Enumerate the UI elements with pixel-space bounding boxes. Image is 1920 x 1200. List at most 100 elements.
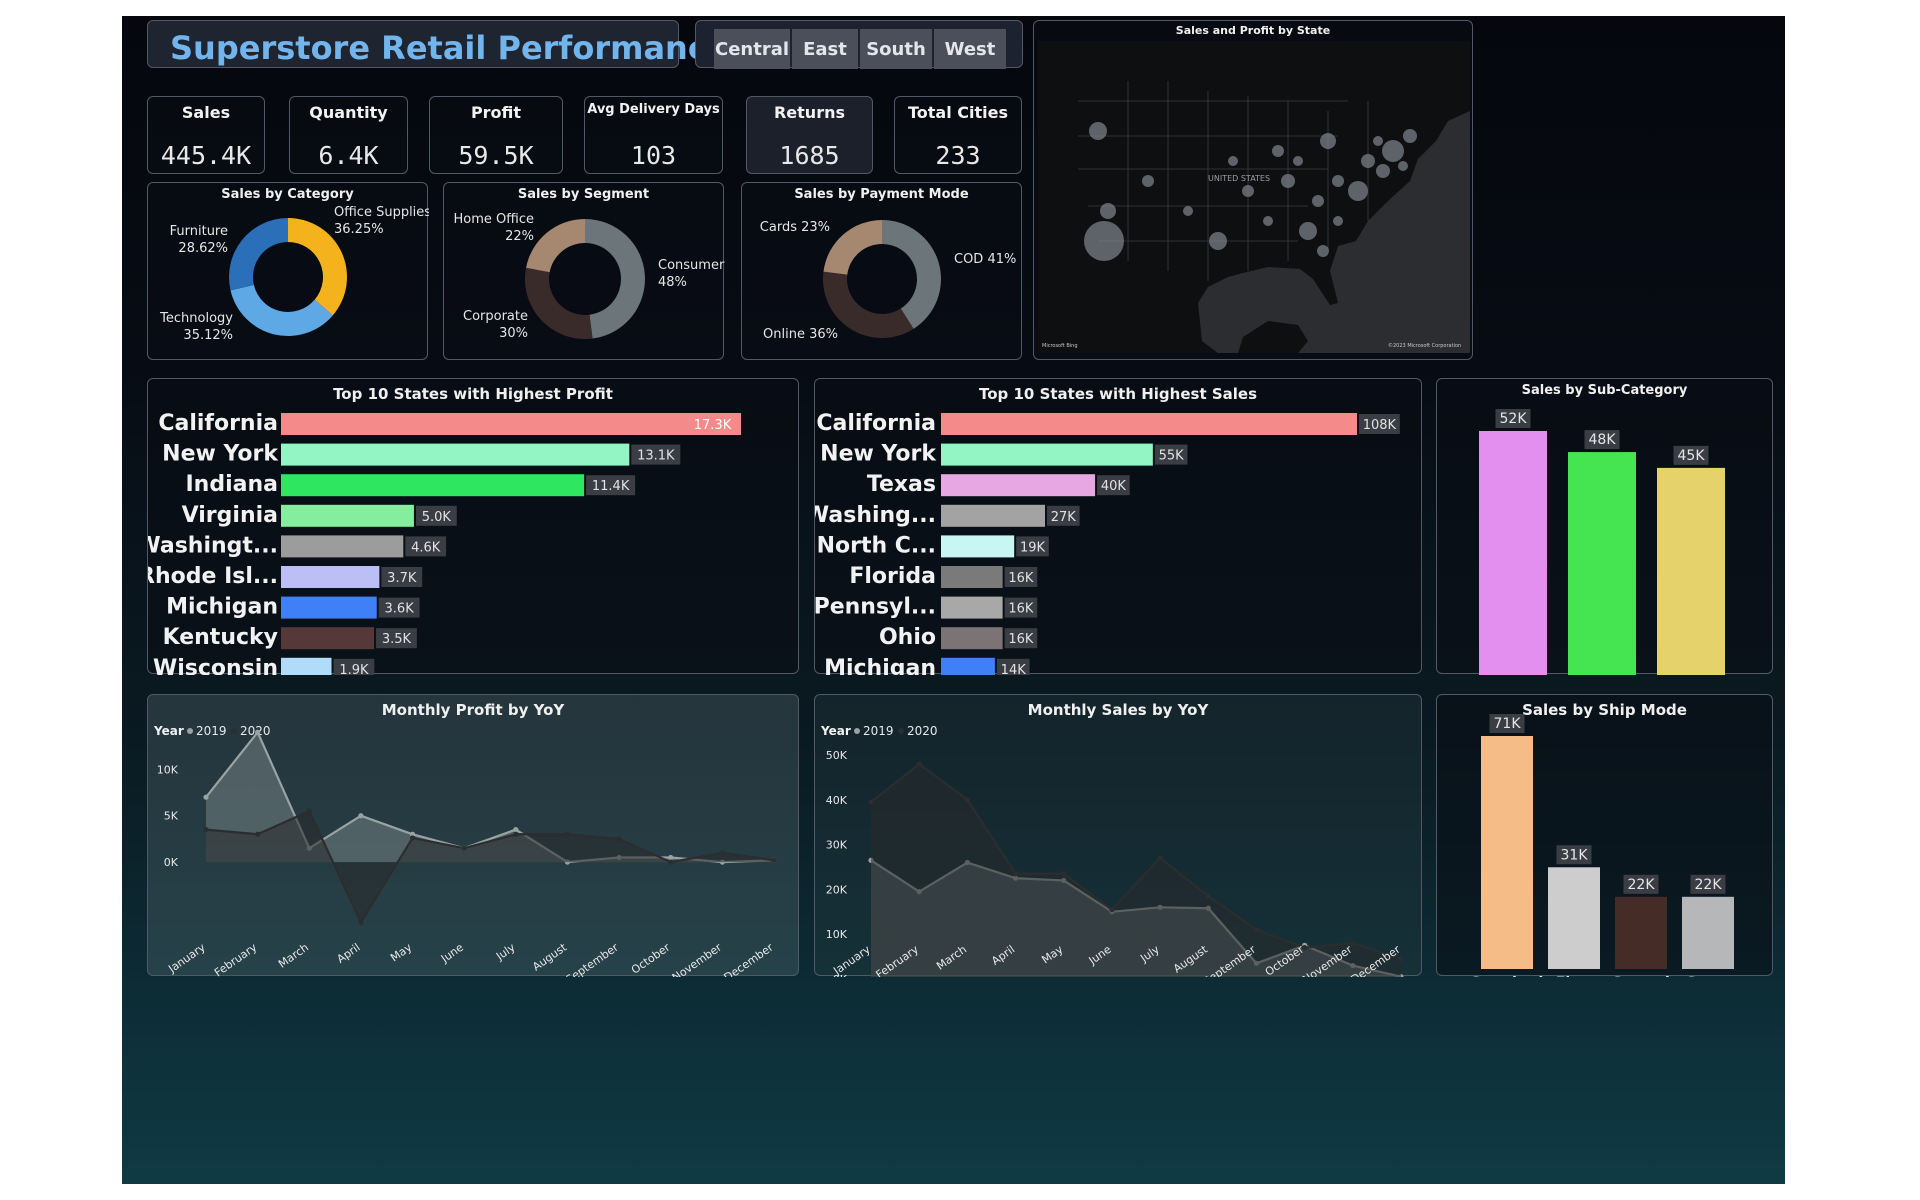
legend-label[interactable]: 2019	[196, 724, 227, 738]
bar[interactable]	[1615, 896, 1667, 969]
data-point[interactable]	[719, 850, 725, 856]
donut-panel-category: Sales by Category Office Supplies 36.25% T…	[147, 182, 429, 360]
map-bubble[interactable]	[1100, 203, 1116, 219]
bar[interactable]	[941, 443, 1153, 466]
data-point[interactable]	[668, 854, 674, 861]
donut-slice[interactable]	[525, 267, 593, 339]
data-point[interactable]	[964, 797, 970, 803]
bar[interactable]	[281, 627, 375, 650]
data-point[interactable]	[409, 835, 416, 841]
map-bubble[interactable]	[1312, 195, 1324, 207]
data-point[interactable]	[358, 919, 364, 925]
data-point[interactable]	[358, 813, 364, 819]
bar[interactable]	[941, 504, 1045, 527]
map-bubble[interactable]	[1376, 164, 1390, 178]
data-point[interactable]	[1350, 940, 1356, 946]
map-bubble[interactable]	[1398, 161, 1408, 171]
bar[interactable]	[281, 443, 630, 466]
legend-label[interactable]: 2019	[863, 724, 894, 738]
data-point[interactable]	[513, 827, 519, 833]
bar[interactable]	[1479, 431, 1547, 675]
map-bubble[interactable]	[1272, 145, 1284, 157]
data-point[interactable]	[461, 845, 467, 851]
map-bubble[interactable]	[1320, 133, 1336, 149]
data-point[interactable]	[916, 761, 922, 767]
map-bubble[interactable]	[1242, 185, 1254, 197]
map-bubble[interactable]	[1142, 175, 1154, 187]
region-button-central[interactable]: Central	[714, 29, 790, 69]
map-bubble[interactable]	[1281, 174, 1295, 188]
bar[interactable]	[941, 566, 1003, 588]
bar[interactable]	[941, 596, 1003, 619]
map-bubble[interactable]	[1228, 156, 1238, 166]
bar-value-label: 22K	[1695, 877, 1723, 893]
data-point[interactable]	[564, 831, 571, 837]
bar[interactable]	[1548, 867, 1600, 969]
bar[interactable]	[941, 474, 1096, 497]
data-point[interactable]	[306, 808, 312, 814]
region-button-west[interactable]: West	[934, 29, 1006, 69]
data-point[interactable]	[1253, 927, 1260, 933]
map-bubble[interactable]	[1293, 156, 1303, 166]
map-bubble[interactable]	[1209, 232, 1227, 250]
data-point[interactable]	[1205, 893, 1211, 899]
data-point[interactable]	[203, 794, 209, 800]
bar[interactable]	[1682, 896, 1734, 969]
data-point[interactable]	[616, 836, 622, 842]
bar[interactable]	[281, 596, 377, 619]
data-point[interactable]	[1157, 855, 1163, 861]
bar[interactable]	[281, 566, 380, 588]
map-bubble[interactable]	[1348, 181, 1368, 201]
bar[interactable]	[941, 657, 995, 675]
map-bubble[interactable]	[1183, 206, 1193, 216]
data-point[interactable]	[513, 831, 519, 837]
bar[interactable]	[281, 535, 404, 558]
bar[interactable]	[281, 474, 585, 497]
kpi-value: 445.4K	[160, 141, 252, 170]
bar-value-label: 4.6K	[411, 540, 441, 555]
map-bubble[interactable]	[1084, 221, 1124, 261]
data-point[interactable]	[255, 831, 261, 837]
region-button-east[interactable]: East	[792, 29, 858, 69]
donut-slice[interactable]	[230, 284, 333, 336]
data-point[interactable]	[1061, 871, 1067, 877]
map-bubble[interactable]	[1089, 122, 1107, 140]
data-point[interactable]	[203, 827, 209, 833]
data-point[interactable]	[771, 857, 777, 863]
map-bubble[interactable]	[1382, 140, 1404, 162]
bar[interactable]	[281, 657, 332, 675]
bar-value-label: 16K	[1008, 632, 1034, 647]
bar[interactable]	[1657, 467, 1725, 675]
bar[interactable]	[281, 504, 414, 527]
donut-slice[interactable]	[882, 220, 941, 329]
bar[interactable]	[941, 627, 1003, 650]
map-bubble[interactable]	[1373, 136, 1383, 146]
region-button-south[interactable]: South	[860, 29, 932, 69]
data-point[interactable]	[868, 799, 874, 805]
map-bubble[interactable]	[1299, 222, 1317, 240]
data-point[interactable]	[1398, 956, 1404, 962]
data-point[interactable]	[1012, 871, 1019, 877]
map-bubble[interactable]	[1263, 216, 1273, 226]
donut-slice[interactable]	[229, 218, 288, 291]
donut-slice[interactable]	[823, 220, 882, 275]
data-point[interactable]	[668, 859, 674, 865]
bar[interactable]	[1568, 452, 1636, 675]
bar[interactable]	[1481, 736, 1533, 969]
kpi-label: Avg Delivery Days	[587, 102, 720, 117]
data-point[interactable]	[1109, 906, 1115, 913]
state-bubble-map[interactable]: UNITED STATES Microsoft Bing ©2023 Micro…	[1038, 41, 1470, 353]
map-bubble[interactable]	[1333, 216, 1343, 226]
bar[interactable]	[941, 535, 1015, 558]
donut-slice[interactable]	[585, 219, 646, 339]
donut-slice[interactable]	[526, 219, 585, 273]
bar[interactable]	[281, 413, 741, 435]
legend-label[interactable]: 2020	[907, 724, 938, 738]
map-bubble[interactable]	[1403, 129, 1417, 143]
kpi-label: Profit	[470, 103, 522, 122]
data-point[interactable]	[255, 729, 261, 735]
map-bubble[interactable]	[1361, 154, 1375, 168]
map-bubble[interactable]	[1332, 175, 1344, 187]
map-bubble[interactable]	[1317, 245, 1329, 257]
bar[interactable]	[941, 413, 1357, 435]
